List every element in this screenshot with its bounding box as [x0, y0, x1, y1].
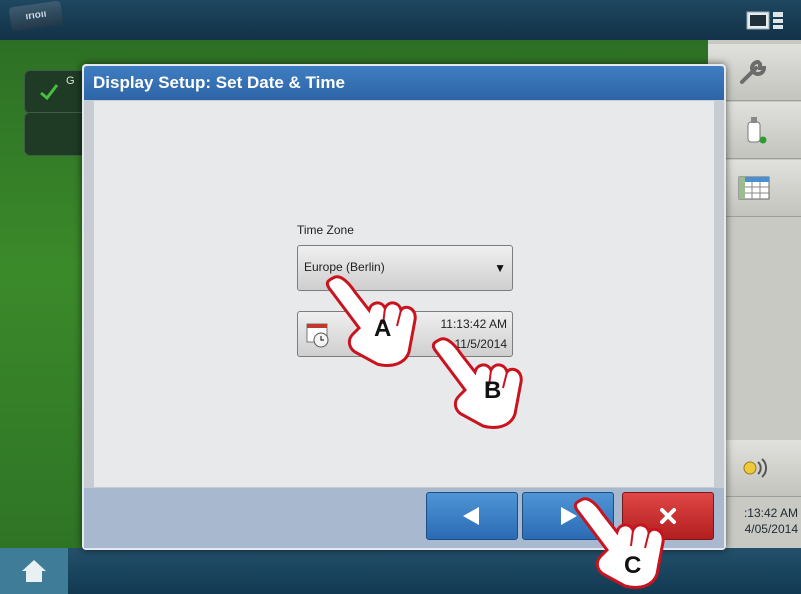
grid-icon [738, 176, 770, 200]
wrench-icon [740, 59, 767, 84]
callout-b-label: B [484, 377, 502, 404]
top-bar [0, 0, 801, 40]
back-button[interactable] [426, 492, 518, 540]
home-icon [22, 560, 46, 582]
home-button[interactable] [0, 548, 68, 594]
screen-layout-icon[interactable] [746, 10, 784, 32]
callout-c-label: C [624, 552, 642, 579]
dropdown-arrow-icon: ▼ [494, 261, 506, 275]
checkmark-icon [40, 84, 59, 101]
wireless-icon [743, 458, 768, 478]
back-arrow-icon [463, 507, 479, 525]
dialog-title: Display Setup: Set Date & Time [93, 73, 345, 92]
dialog-title-bar: Display Setup: Set Date & Time [84, 66, 724, 100]
current-time: 11:13:42 AM [440, 317, 508, 331]
background-button-label: G [66, 75, 75, 87]
bottle-icon [747, 117, 767, 144]
callout-a-label: A [374, 315, 392, 342]
time-zone-label: Time Zone [297, 223, 354, 237]
